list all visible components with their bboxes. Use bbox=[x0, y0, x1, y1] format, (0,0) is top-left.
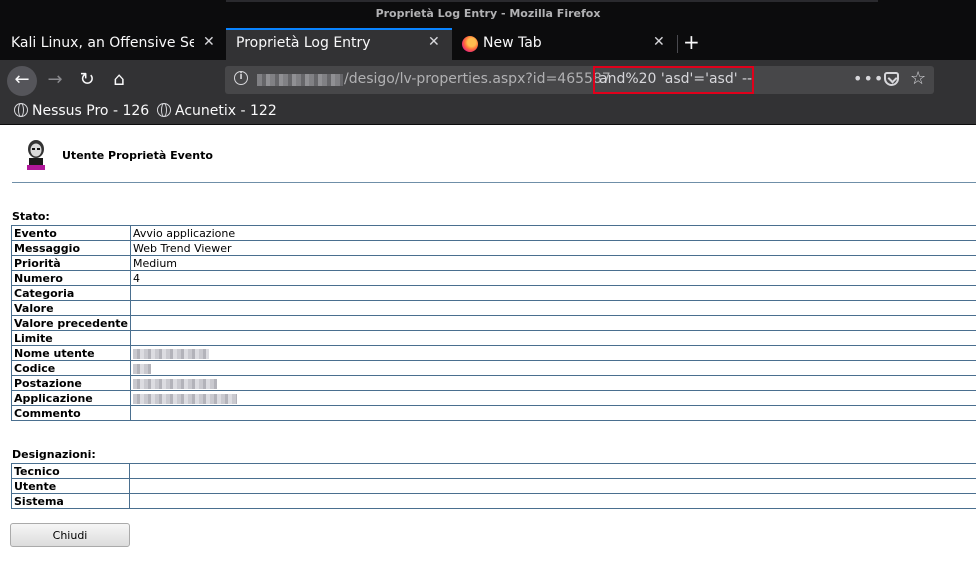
tab-label: New Tab bbox=[483, 35, 542, 51]
table-row: Applicazione bbox=[10, 390, 976, 406]
property-value bbox=[130, 405, 976, 421]
property-key: Tecnico bbox=[11, 463, 130, 479]
property-value bbox=[130, 390, 976, 406]
property-key: Postazione bbox=[10, 375, 132, 391]
table-row: Valore precedente bbox=[10, 315, 976, 331]
property-key: Numero bbox=[10, 270, 132, 286]
user-avatar-icon bbox=[27, 140, 45, 170]
back-arrow-icon[interactable]: ← bbox=[7, 66, 37, 96]
bookmark-label: Acunetix - 122 bbox=[175, 103, 277, 119]
navigation-toolbar: ← → ↻ ⌂ i /desigo/lv-properties.aspx?id=… bbox=[0, 60, 976, 100]
property-key: Priorità bbox=[10, 255, 132, 271]
property-value bbox=[129, 463, 976, 479]
divider bbox=[12, 182, 976, 183]
titlebar-strip bbox=[226, 0, 878, 2]
tab-kali[interactable]: Kali Linux, an Offensive Security ✕ bbox=[0, 28, 226, 60]
bookmarks-toolbar: Nessus Pro - 126 Acunetix - 122 bbox=[0, 100, 976, 125]
table-row: Valore bbox=[10, 300, 976, 316]
url-path: /desigo/lv-properties.aspx?id=465587 bbox=[344, 71, 611, 87]
designazioni-table: Tecnico Utente Sistema bbox=[11, 463, 976, 509]
url-bar[interactable]: i /desigo/lv-properties.aspx?id=465587 a… bbox=[225, 66, 934, 94]
table-row: Postazione bbox=[10, 375, 976, 391]
page-actions-icon[interactable]: ••• bbox=[853, 69, 884, 88]
close-button[interactable]: Chiudi bbox=[10, 523, 130, 547]
stato-heading: Stato: bbox=[12, 210, 50, 223]
bookmark-label: Nessus Pro - 126 bbox=[32, 103, 150, 119]
redacted-value bbox=[133, 393, 238, 404]
property-key: Categoria bbox=[10, 285, 132, 301]
bookmark-nessus[interactable]: Nessus Pro - 126 bbox=[14, 103, 149, 119]
property-key: Valore bbox=[10, 300, 132, 316]
property-key: Applicazione bbox=[10, 390, 132, 406]
property-value bbox=[130, 315, 976, 331]
redacted-host bbox=[257, 74, 343, 86]
table-row: Sistema bbox=[11, 493, 976, 509]
site-info-icon[interactable]: i bbox=[234, 71, 248, 85]
new-tab-plus-icon[interactable]: + bbox=[683, 30, 700, 54]
property-key: Messaggio bbox=[10, 240, 132, 256]
table-row: Limite bbox=[10, 330, 976, 346]
table-row: Categoria bbox=[10, 285, 976, 301]
property-key: Codice bbox=[10, 360, 132, 376]
table-row: Messaggio Web Trend Viewer bbox=[10, 240, 976, 256]
property-key: Utente bbox=[11, 478, 130, 494]
table-row: Commento bbox=[10, 405, 976, 421]
tab-new[interactable]: New Tab ✕ bbox=[452, 28, 676, 60]
table-row: Evento Avvio applicazione bbox=[10, 225, 976, 241]
property-value bbox=[130, 330, 976, 346]
property-value bbox=[130, 300, 976, 316]
property-key: Sistema bbox=[11, 493, 130, 509]
reload-icon[interactable]: ↻ bbox=[72, 66, 102, 96]
table-row: Tecnico bbox=[11, 463, 976, 479]
tab-properties-active[interactable]: Proprietà Log Entry ✕ bbox=[226, 28, 452, 60]
close-icon[interactable]: ✕ bbox=[653, 34, 665, 50]
pocket-icon[interactable] bbox=[884, 72, 899, 86]
globe-icon bbox=[157, 103, 171, 117]
redacted-value bbox=[133, 363, 152, 374]
table-row: Nome utente bbox=[10, 345, 976, 361]
property-key: Evento bbox=[10, 225, 132, 241]
property-value: 4 bbox=[130, 270, 976, 286]
property-key: Commento bbox=[10, 405, 132, 421]
property-value bbox=[129, 493, 976, 509]
url-injection-text: and%20 'asd'='asd' -- bbox=[599, 71, 753, 87]
designazioni-heading: Designazioni: bbox=[12, 448, 96, 461]
page-title: Utente Proprietà Evento bbox=[62, 149, 213, 162]
tab-separator bbox=[677, 35, 678, 53]
property-value: Web Trend Viewer bbox=[130, 240, 976, 256]
redacted-value bbox=[133, 348, 210, 359]
window-titlebar: Proprietà Log Entry - Mozilla Firefox bbox=[0, 0, 976, 28]
close-icon[interactable]: ✕ bbox=[203, 34, 215, 50]
firefox-icon bbox=[462, 36, 478, 52]
window-title: Proprietà Log Entry - Mozilla Firefox bbox=[375, 7, 601, 20]
property-key: Limite bbox=[10, 330, 132, 346]
forward-arrow-icon[interactable]: → bbox=[40, 66, 70, 96]
tab-label: Kali Linux, an Offensive Security bbox=[11, 35, 194, 51]
property-value: Avvio applicazione bbox=[130, 225, 976, 241]
stato-table: Evento Avvio applicazione Messaggio Web Tre… bbox=[10, 225, 976, 421]
tab-label: Proprietà Log Entry bbox=[236, 35, 371, 51]
page-content: Utente Proprietà Evento Stato: Evento Avv… bbox=[0, 126, 976, 563]
bookmark-acunetix[interactable]: Acunetix - 122 bbox=[157, 103, 277, 119]
property-value: Medium bbox=[130, 255, 976, 271]
property-value bbox=[130, 345, 976, 361]
property-key: Valore precedente bbox=[10, 315, 132, 331]
table-row: Priorità Medium bbox=[10, 255, 976, 271]
table-row: Utente bbox=[11, 478, 976, 494]
property-value bbox=[130, 285, 976, 301]
highlighted-injection: and%20 'asd'='asd' -- bbox=[593, 66, 754, 94]
bookmark-star-icon[interactable]: ☆ bbox=[910, 68, 926, 89]
property-value bbox=[129, 478, 976, 494]
close-icon[interactable]: ✕ bbox=[428, 34, 440, 50]
home-icon[interactable]: ⌂ bbox=[104, 66, 134, 96]
property-key: Nome utente bbox=[10, 345, 132, 361]
redacted-value bbox=[133, 378, 218, 389]
table-row: Codice bbox=[10, 360, 976, 376]
property-value bbox=[130, 375, 976, 391]
globe-icon bbox=[14, 103, 28, 117]
property-value bbox=[130, 360, 976, 376]
tab-strip: Kali Linux, an Offensive Security ✕ Prop… bbox=[0, 28, 976, 60]
table-row: Numero 4 bbox=[10, 270, 976, 286]
